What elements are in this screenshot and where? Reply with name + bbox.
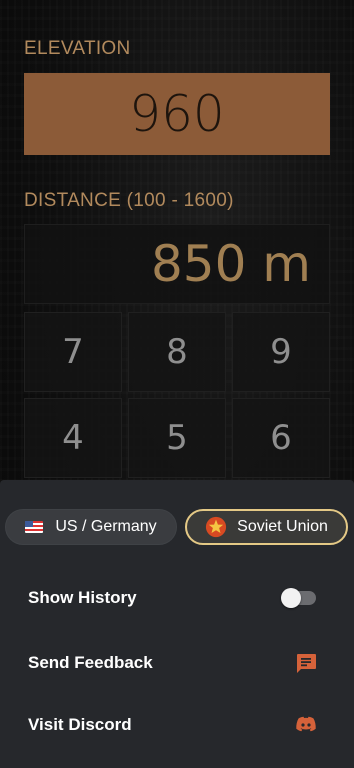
key-4[interactable]: 4 xyxy=(24,398,122,478)
distance-display: 850 m xyxy=(24,224,330,304)
feedback-icon xyxy=(297,654,316,673)
key-8[interactable]: 8 xyxy=(128,312,226,392)
keypad: 7 8 9 4 5 6 xyxy=(24,312,330,478)
visit-discord-label: Visit Discord xyxy=(28,715,132,734)
key-9[interactable]: 9 xyxy=(232,312,330,392)
elevation-value: 960 xyxy=(129,85,225,143)
toggle-knob xyxy=(281,588,301,608)
key-7[interactable]: 7 xyxy=(24,312,122,392)
soviet-star-icon xyxy=(206,516,227,538)
distance-value: 850 m xyxy=(150,235,311,293)
faction-us-germany-label: US / Germany xyxy=(55,518,157,535)
show-history-row[interactable]: Show History xyxy=(28,583,324,613)
discord-icon xyxy=(296,716,316,732)
elevation-label: ELEVATION xyxy=(24,38,131,59)
send-feedback-row[interactable]: Send Feedback xyxy=(28,648,324,678)
calculator-screen: ELEVATION 960 DISTANCE (100 - 1600) 850 … xyxy=(0,0,354,768)
bottom-sheet: US / Germany Soviet Union Show History S… xyxy=(0,480,354,768)
send-feedback-label: Send Feedback xyxy=(28,653,153,672)
us-flag-icon xyxy=(25,521,44,533)
elevation-display: 960 xyxy=(24,73,330,155)
faction-us-germany-button[interactable]: US / Germany xyxy=(5,509,177,545)
show-history-toggle[interactable] xyxy=(281,588,316,608)
show-history-label: Show History xyxy=(28,588,137,607)
faction-soviet-union-label: Soviet Union xyxy=(237,518,328,535)
visit-discord-row[interactable]: Visit Discord xyxy=(28,710,324,740)
key-6[interactable]: 6 xyxy=(232,398,330,478)
distance-label: DISTANCE (100 - 1600) xyxy=(24,190,234,211)
faction-soviet-union-button[interactable]: Soviet Union xyxy=(185,509,348,545)
key-5[interactable]: 5 xyxy=(128,398,226,478)
